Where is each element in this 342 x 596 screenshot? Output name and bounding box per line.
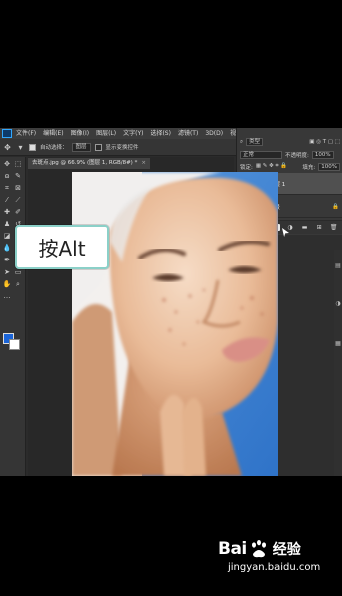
pen-tool-icon[interactable]: ✒	[2, 255, 12, 265]
move-tool-icon[interactable]: ✥	[2, 159, 12, 169]
toolbar: ✥ ⬚ ɷ ✎ ⌗ ⊠ ⁄ ⟋ ✚ ✐ ♟ ↺ ◪ ▤ 💧 ◐ ✒ T ➤ ▭ …	[0, 157, 26, 476]
blend-mode-dropdown[interactable]: 正常	[240, 150, 282, 159]
photoshop-logo-icon	[2, 129, 12, 138]
right-dock-strip	[334, 250, 342, 476]
blend-row: 正常 不透明度: 100%	[237, 149, 342, 160]
search-icon[interactable]: ⌕	[240, 139, 243, 146]
transform-controls-label: 显示变换控件	[105, 145, 139, 151]
menu-type[interactable]: 文字(Y)	[120, 128, 146, 139]
instruction-callout: 按Alt	[15, 225, 109, 269]
watermark-logo: Bai 经验	[218, 539, 301, 559]
menu-image[interactable]: 图像(I)	[68, 128, 92, 139]
baidu-jingyan-watermark: Bai 经验 jingyan.baidu.com	[210, 535, 338, 585]
document-tab[interactable]: 去斑点.jpg @ 66.9% (图层 1, RGB/8#) * ×	[28, 158, 150, 169]
callout-text: 按Alt	[38, 236, 86, 261]
background-color-swatch[interactable]	[9, 339, 20, 350]
transform-controls-checkbox[interactable]	[94, 143, 102, 151]
properties-icon[interactable]: ▤	[334, 262, 342, 270]
paw-icon	[251, 540, 266, 558]
more-tools-icon[interactable]: …	[2, 291, 12, 301]
zoom-tool-icon[interactable]: ⌕	[13, 279, 23, 289]
opacity-label: 不透明度:	[285, 152, 309, 159]
auto-select-label: 自动选择：	[40, 145, 68, 151]
menu-select[interactable]: 选择(S)	[147, 128, 174, 139]
lock-icons[interactable]: ▦ ✎ ✥ ⌗ 🔒	[256, 163, 287, 170]
lock-label: 锁定:	[240, 164, 253, 171]
eraser-icon[interactable]: ◪	[2, 231, 12, 241]
letterbox-top	[0, 0, 342, 128]
chevron-down-icon[interactable]: ▾	[16, 143, 25, 152]
clone-stamp-icon[interactable]: ♟	[2, 219, 12, 229]
close-icon[interactable]: ×	[141, 158, 146, 169]
fill-field[interactable]: 100%	[318, 162, 340, 171]
brush-tool-icon[interactable]: ✐	[13, 207, 23, 217]
trash-icon[interactable]: 🗑	[329, 224, 338, 231]
document-tabs: 去斑点.jpg @ 66.9% (图层 1, RGB/8#) * ×	[28, 157, 234, 169]
layer-filter-row: ⌕ 类型 ▣ ◎ T ▢ ⬚	[237, 136, 342, 148]
watermark-brand: Bai	[218, 539, 247, 559]
layer-kind-dropdown[interactable]: 类型	[246, 138, 264, 146]
menu-filter[interactable]: 滤镜(T)	[175, 128, 201, 139]
watermark-url: jingyan.baidu.com	[228, 562, 321, 573]
healing-brush-icon[interactable]: ✚	[2, 207, 12, 217]
blur-tool-icon[interactable]: 💧	[2, 243, 12, 253]
adjustment-icon[interactable]: ◑	[285, 224, 294, 231]
frame-tool-icon[interactable]: ⊠	[13, 183, 23, 193]
folder-icon[interactable]: ▬	[300, 224, 309, 231]
lock-row: 锁定: ▦ ✎ ✥ ⌗ 🔒 填充: 100%	[237, 161, 342, 172]
watermark-suffix: 经验	[272, 542, 301, 558]
opacity-field[interactable]: 100%	[311, 150, 334, 159]
eyedropper-icon[interactable]: ⁄	[2, 195, 12, 205]
ruler-tool-icon[interactable]: ⟋	[13, 195, 23, 205]
channels-icon[interactable]: ▦	[334, 340, 342, 348]
document-tab-title: 去斑点.jpg @ 66.9% (图层 1, RGB/8#) *	[32, 160, 138, 166]
menu-file[interactable]: 文件(F)	[13, 128, 39, 139]
lock-icon: 🔒	[332, 203, 339, 210]
hand-tool-icon[interactable]: ✋	[2, 279, 12, 289]
move-tool-icon[interactable]: ✥	[3, 143, 12, 152]
menu-3d[interactable]: 3D(D)	[202, 128, 226, 139]
quick-select-icon[interactable]: ✎	[13, 171, 23, 181]
crop-tool-icon[interactable]: ⌗	[2, 183, 12, 193]
menu-edit[interactable]: 编辑(E)	[40, 128, 66, 139]
auto-select-checkbox[interactable]	[29, 143, 36, 151]
menu-layer[interactable]: 图层(L)	[93, 128, 119, 139]
filter-icons[interactable]: ▣ ◎ T ▢ ⬚	[309, 139, 340, 145]
document-photo	[72, 172, 278, 476]
auto-select-dropdown[interactable]: 图层	[71, 142, 91, 152]
new-layer-icon[interactable]: ⊞	[315, 224, 324, 231]
lasso-tool-icon[interactable]: ɷ	[2, 171, 12, 181]
fill-label: 填充:	[302, 164, 316, 171]
path-select-icon[interactable]: ➤	[2, 267, 12, 277]
marquee-tool-icon[interactable]: ⬚	[13, 159, 23, 169]
adjustments-icon[interactable]: ◑	[334, 300, 342, 308]
